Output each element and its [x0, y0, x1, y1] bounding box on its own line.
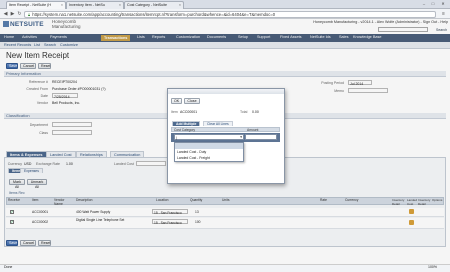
- back-icon[interactable]: ◀: [2, 11, 9, 17]
- add-multiple-button[interactable]: Add Multiple: [172, 121, 201, 126]
- cursor-caret: |: [176, 136, 177, 140]
- cost-category-dropdown: Landed Cost - Duty Landed Cost - Freight: [174, 142, 244, 162]
- tab-label: Item Receipt - NetSuite (H: [9, 3, 51, 7]
- url-bar[interactable]: 🔒︎ https://system.na1.netsuite.com/app/ac…: [24, 10, 436, 18]
- tab-label: Inventory Item - NetSu: [69, 3, 105, 7]
- close-tab-icon[interactable]: ×: [179, 3, 181, 7]
- minimize-icon[interactable]: –: [420, 1, 428, 7]
- amount-input[interactable]: [245, 134, 277, 140]
- status-text: Done: [4, 265, 13, 269]
- popup-ok-button[interactable]: OK: [171, 98, 182, 104]
- close-window-icon[interactable]: ✕: [439, 1, 447, 7]
- col-amount: Amount: [247, 127, 259, 132]
- close-tab-icon[interactable]: ×: [61, 3, 63, 7]
- zoom-level[interactable]: 100%: [428, 265, 437, 269]
- menu-icon[interactable]: ≡: [440, 11, 447, 17]
- lock-icon: 🔒︎: [28, 12, 31, 17]
- tab-label: Cost Category - NetSuite: [127, 3, 167, 7]
- reload-icon[interactable]: ↻: [16, 11, 23, 17]
- forward-icon[interactable]: ▶: [9, 11, 16, 17]
- popup-total-value: 0.00: [252, 110, 259, 114]
- dropdown-option-freight[interactable]: Landed Cost - Freight: [175, 155, 243, 161]
- clear-all-lines-button[interactable]: Clear All Lines: [203, 121, 233, 126]
- popup-titlebar: [168, 89, 284, 94]
- popup-item-label: Item: [171, 110, 178, 114]
- browser-tab-cost-category[interactable]: Cost Category - NetSuite ×: [124, 1, 184, 9]
- cost-category-select[interactable]: | ▾: [174, 134, 244, 140]
- browser-tab-item-receipt[interactable]: Item Receipt - NetSuite (H ×: [6, 1, 66, 9]
- col-cost-category: Cost Category: [174, 127, 196, 132]
- popup-close-button[interactable]: Close: [184, 98, 200, 104]
- popup-item-value: ACC00001: [180, 110, 198, 114]
- url-text: https://system.na1.netsuite.com/app/acco…: [32, 12, 276, 17]
- browser-statusbar: [0, 264, 450, 272]
- chevron-down-icon[interactable]: ▾: [240, 135, 242, 139]
- browser-tab-inventory-item[interactable]: Inventory Item - NetSu ×: [66, 1, 124, 9]
- popup-total-label: Total: [240, 110, 248, 114]
- maximize-icon[interactable]: □: [429, 1, 437, 7]
- close-tab-icon[interactable]: ×: [119, 3, 121, 7]
